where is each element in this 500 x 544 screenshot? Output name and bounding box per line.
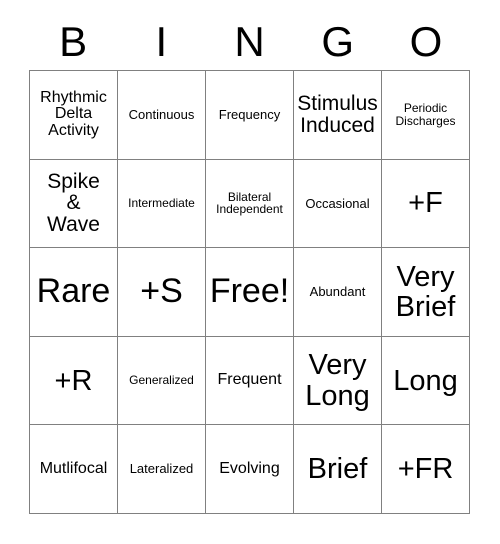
bingo-cell[interactable]: Abundant bbox=[294, 248, 382, 337]
bingo-cell-label: +F bbox=[408, 187, 443, 220]
bingo-cell[interactable]: Very Brief bbox=[382, 248, 470, 337]
bingo-header-letter-o: O bbox=[409, 18, 443, 65]
bingo-cell[interactable]: Mutlifocal bbox=[30, 425, 118, 514]
bingo-cell[interactable]: Free! bbox=[206, 248, 294, 337]
bingo-cell-label: Continuous bbox=[128, 107, 195, 123]
bingo-cell-label: Brief bbox=[307, 453, 368, 486]
bingo-cell[interactable]: Frequency bbox=[206, 71, 294, 160]
bingo-cell-label: Occasional bbox=[305, 195, 370, 211]
bingo-cell[interactable]: Generalized bbox=[118, 336, 206, 426]
bingo-cell[interactable]: +F bbox=[382, 159, 470, 249]
bingo-cell-label: Stimulus Induced bbox=[297, 91, 378, 137]
bingo-cell[interactable]: Evolving bbox=[206, 425, 294, 514]
bingo-header-letter-n: N bbox=[234, 18, 265, 65]
bingo-header-row: B I N G O bbox=[29, 14, 470, 70]
bingo-cell-label: Rhythmic Delta Activity bbox=[40, 88, 107, 140]
bingo-cell[interactable]: Very Long bbox=[294, 336, 382, 426]
bingo-cell-label: Evolving bbox=[219, 459, 280, 477]
bingo-cell[interactable]: +FR bbox=[382, 425, 470, 514]
bingo-cell[interactable]: Lateralized bbox=[118, 425, 206, 514]
bingo-cell[interactable]: Long bbox=[382, 336, 470, 426]
bingo-cell-label: Frequency bbox=[218, 107, 281, 123]
bingo-cell[interactable]: Rare bbox=[30, 248, 118, 337]
bingo-cell[interactable]: Stimulus Induced bbox=[294, 71, 382, 160]
bingo-cell-label: Abundant bbox=[309, 284, 366, 300]
bingo-cell[interactable]: Spike & Wave bbox=[30, 159, 118, 249]
bingo-cell-label: Frequent bbox=[217, 371, 282, 389]
bingo-cell[interactable]: Periodic Discharges bbox=[382, 71, 470, 160]
bingo-cell-label: +FR bbox=[397, 453, 454, 486]
bingo-grid: Rhythmic Delta Activity Continuous Frequen… bbox=[29, 70, 470, 514]
bingo-cell-label: Generalized bbox=[129, 373, 194, 388]
bingo-cell[interactable]: Intermediate bbox=[118, 159, 206, 249]
bingo-cell-label: Rare bbox=[36, 272, 111, 311]
bingo-cell[interactable]: Continuous bbox=[118, 71, 206, 160]
bingo-card: B I N G O Rhythmic Delta Activity Continu… bbox=[0, 0, 500, 544]
bingo-cell-label: Spike & Wave bbox=[47, 169, 100, 237]
bingo-header-letter-i: I bbox=[155, 18, 168, 65]
bingo-cell[interactable]: Frequent bbox=[206, 336, 294, 426]
bingo-cell-label: Very Long bbox=[305, 349, 370, 412]
bingo-cell-label: Free! bbox=[209, 272, 290, 311]
bingo-header-letter-b: B bbox=[59, 18, 88, 65]
bingo-cell[interactable]: +R bbox=[30, 336, 118, 426]
bingo-cell-label: Bilateral Independent bbox=[216, 189, 283, 217]
bingo-cell-label: Periodic Discharges bbox=[395, 101, 456, 128]
bingo-cell[interactable]: Occasional bbox=[294, 159, 382, 249]
bingo-cell[interactable]: Bilateral Independent bbox=[206, 159, 294, 249]
bingo-cell-label: Intermediate bbox=[128, 196, 195, 211]
bingo-cell[interactable]: Brief bbox=[294, 425, 382, 514]
bingo-header-letter-g: G bbox=[321, 18, 355, 65]
bingo-cell-label: +R bbox=[54, 364, 93, 397]
bingo-cell-label: Lateralized bbox=[129, 461, 194, 477]
bingo-cell-label: Mutlifocal bbox=[39, 459, 108, 477]
bingo-cell[interactable]: +S bbox=[118, 248, 206, 337]
bingo-cell-label: Long bbox=[393, 364, 458, 397]
bingo-cell-label: +S bbox=[140, 272, 183, 311]
bingo-cell[interactable]: Rhythmic Delta Activity bbox=[30, 71, 118, 160]
bingo-cell-label: Very Brief bbox=[395, 260, 456, 323]
